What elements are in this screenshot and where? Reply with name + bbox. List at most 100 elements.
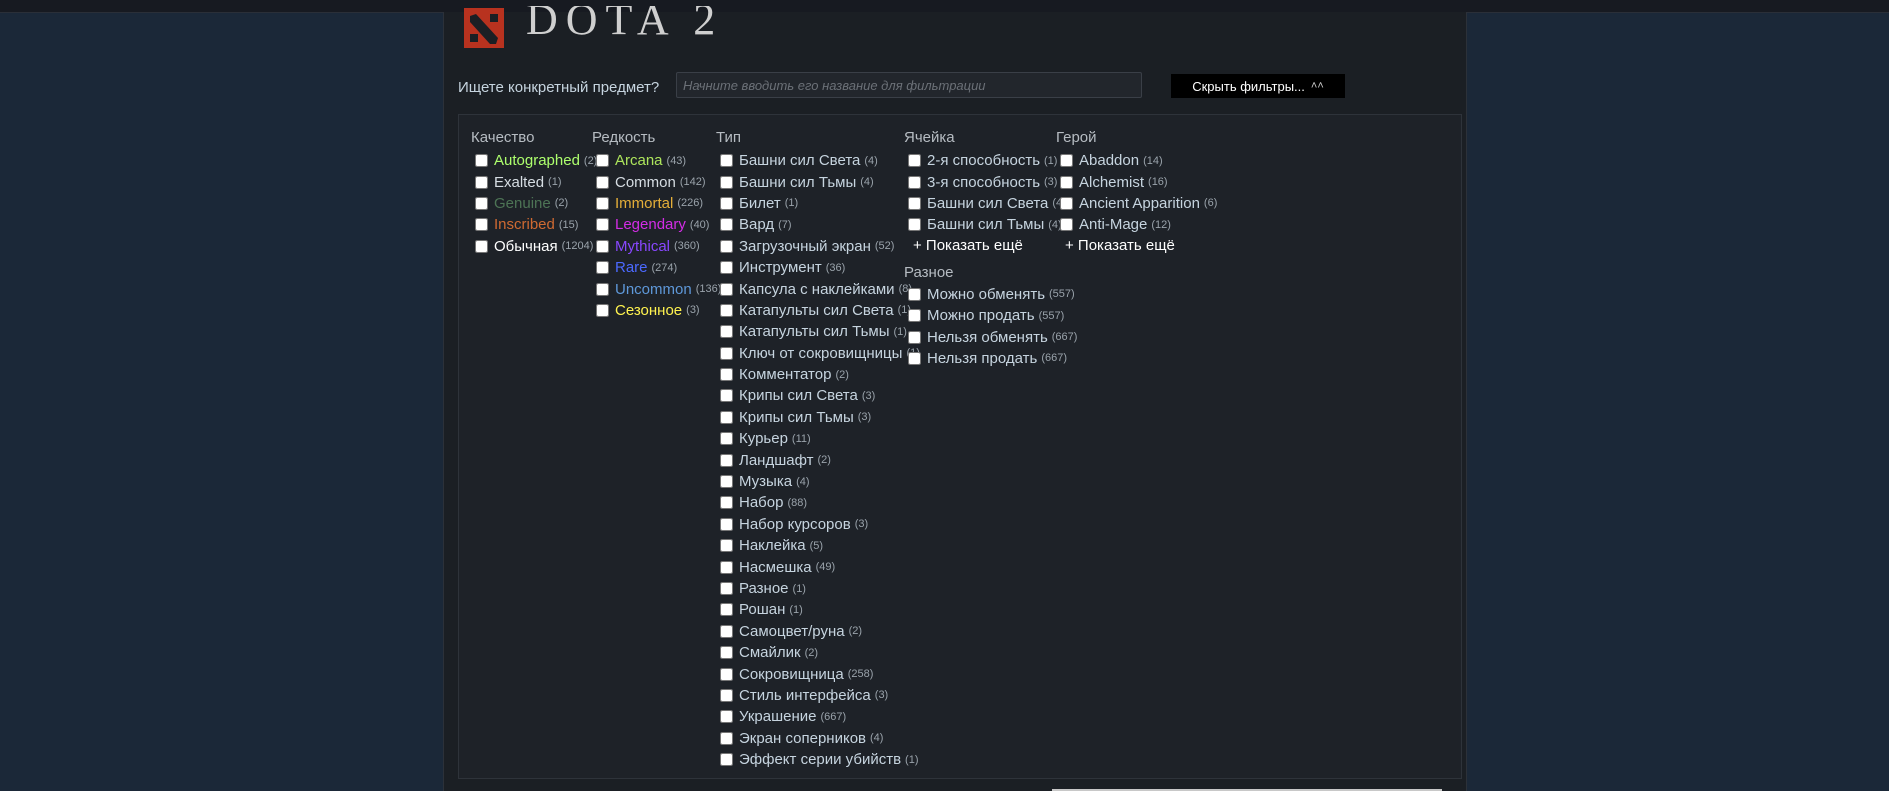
quality-option[interactable]: Autographed (2) bbox=[471, 150, 597, 171]
type-checkbox[interactable] bbox=[720, 667, 733, 681]
type-option[interactable]: Эффект серии убийств (1) bbox=[716, 749, 920, 770]
type-checkbox[interactable] bbox=[720, 582, 733, 595]
rarity-option[interactable]: Arcana (43) bbox=[592, 150, 721, 171]
type-option[interactable]: Наклейка (5) bbox=[716, 535, 920, 556]
type-checkbox[interactable] bbox=[720, 239, 733, 253]
rarity-option[interactable]: Common (142) bbox=[592, 171, 721, 192]
rarity-checkbox[interactable] bbox=[596, 261, 609, 275]
hero-show-more-link[interactable]: + Показать ещё bbox=[1056, 236, 1217, 256]
type-option[interactable]: Вард (7) bbox=[716, 214, 920, 235]
quality-checkbox[interactable] bbox=[475, 154, 488, 168]
quality-option[interactable]: Обычная (1204) bbox=[471, 236, 597, 257]
type-checkbox[interactable] bbox=[720, 688, 733, 702]
rarity-checkbox[interactable] bbox=[596, 218, 609, 232]
rarity-checkbox[interactable] bbox=[596, 282, 609, 296]
rarity-checkbox[interactable] bbox=[596, 154, 609, 168]
type-checkbox[interactable] bbox=[720, 753, 733, 767]
type-checkbox[interactable] bbox=[720, 624, 733, 638]
slot-option[interactable]: 3-я способность (3) bbox=[904, 171, 1077, 192]
type-option[interactable]: Комментатор (2) bbox=[716, 364, 920, 385]
type-option[interactable]: Рошан (1) bbox=[716, 599, 920, 620]
hero-option[interactable]: Abaddon (14) bbox=[1056, 150, 1217, 171]
rarity-option[interactable]: Uncommon (136) bbox=[592, 278, 721, 299]
slot-option[interactable]: Башни сил Света (4) bbox=[904, 193, 1077, 214]
rarity-option[interactable]: Immortal (226) bbox=[592, 193, 721, 214]
rarity-option[interactable]: Rare (274) bbox=[592, 257, 721, 278]
type-option[interactable]: Разное (1) bbox=[716, 578, 920, 599]
type-option[interactable]: Набор (88) bbox=[716, 492, 920, 513]
rarity-checkbox[interactable] bbox=[596, 239, 609, 253]
type-checkbox[interactable] bbox=[720, 325, 733, 339]
rarity-checkbox[interactable] bbox=[596, 303, 609, 317]
type-checkbox[interactable] bbox=[720, 432, 733, 446]
type-checkbox[interactable] bbox=[720, 560, 733, 574]
type-option[interactable]: Башни сил Тьмы (4) bbox=[716, 171, 920, 192]
type-option[interactable]: Билет (1) bbox=[716, 193, 920, 214]
rarity-option[interactable]: Legendary (40) bbox=[592, 214, 721, 235]
slot-show-more-link[interactable]: + Показать ещё bbox=[904, 236, 1077, 256]
type-checkbox[interactable] bbox=[720, 368, 733, 382]
type-checkbox[interactable] bbox=[720, 496, 733, 510]
type-option[interactable]: Самоцвет/руна (2) bbox=[716, 621, 920, 642]
type-checkbox[interactable] bbox=[720, 603, 733, 617]
misc-option[interactable]: Нельзя продать (667) bbox=[904, 348, 1077, 369]
type-option[interactable]: Ключ от сокровищницы (1) bbox=[716, 343, 920, 364]
hero-option[interactable]: Alchemist (16) bbox=[1056, 171, 1217, 192]
rarity-checkbox[interactable] bbox=[596, 175, 609, 189]
misc-checkbox[interactable] bbox=[908, 351, 921, 365]
hero-checkbox[interactable] bbox=[1060, 218, 1073, 232]
type-option[interactable]: Экран соперников (4) bbox=[716, 728, 920, 749]
type-option[interactable]: Башни сил Света (4) bbox=[716, 150, 920, 171]
type-checkbox[interactable] bbox=[720, 154, 733, 168]
type-checkbox[interactable] bbox=[720, 282, 733, 296]
type-option[interactable]: Капсула с наклейками (8) bbox=[716, 278, 920, 299]
type-option[interactable]: Смайлик (2) bbox=[716, 642, 920, 663]
slot-option[interactable]: 2-я способность (1) bbox=[904, 150, 1077, 171]
rarity-checkbox[interactable] bbox=[596, 196, 609, 210]
type-option[interactable]: Украшение (667) bbox=[716, 706, 920, 727]
rarity-option[interactable]: Сезонное (3) bbox=[592, 300, 721, 321]
type-checkbox[interactable] bbox=[720, 517, 733, 531]
type-option[interactable]: Загрузочный экран (52) bbox=[716, 236, 920, 257]
misc-option[interactable]: Нельзя обменять (667) bbox=[904, 326, 1077, 347]
type-checkbox[interactable] bbox=[720, 218, 733, 232]
misc-checkbox[interactable] bbox=[908, 287, 921, 301]
type-option[interactable]: Катапульты сил Тьмы (1) bbox=[716, 321, 920, 342]
hero-option[interactable]: Ancient Apparition (6) bbox=[1056, 193, 1217, 214]
type-option[interactable]: Инструмент (36) bbox=[716, 257, 920, 278]
type-checkbox[interactable] bbox=[720, 646, 733, 660]
type-checkbox[interactable] bbox=[720, 410, 733, 424]
quality-option[interactable]: Exalted (1) bbox=[471, 171, 597, 192]
type-option[interactable]: Курьер (11) bbox=[716, 428, 920, 449]
hide-filters-button[interactable]: Скрыть фильтры... ˄˄ bbox=[1171, 74, 1345, 98]
type-option[interactable]: Насмешка (49) bbox=[716, 556, 920, 577]
type-checkbox[interactable] bbox=[720, 539, 733, 553]
type-option[interactable]: Крипы сил Тьмы (3) bbox=[716, 407, 920, 428]
quality-checkbox[interactable] bbox=[475, 196, 488, 210]
type-option[interactable]: Музыка (4) bbox=[716, 471, 920, 492]
slot-option[interactable]: Башни сил Тьмы (4) bbox=[904, 214, 1077, 235]
hero-checkbox[interactable] bbox=[1060, 196, 1073, 210]
misc-checkbox[interactable] bbox=[908, 309, 921, 323]
type-checkbox[interactable] bbox=[720, 175, 733, 189]
hero-checkbox[interactable] bbox=[1060, 154, 1073, 168]
misc-checkbox[interactable] bbox=[908, 330, 921, 344]
rarity-option[interactable]: Mythical (360) bbox=[592, 236, 721, 257]
type-checkbox[interactable] bbox=[720, 710, 733, 724]
quality-option[interactable]: Genuine (2) bbox=[471, 193, 597, 214]
slot-checkbox[interactable] bbox=[908, 196, 921, 210]
type-option[interactable]: Стиль интерфейса (3) bbox=[716, 685, 920, 706]
type-option[interactable]: Крипы сил Света (3) bbox=[716, 385, 920, 406]
hero-checkbox[interactable] bbox=[1060, 175, 1073, 189]
quality-checkbox[interactable] bbox=[475, 218, 488, 232]
type-checkbox[interactable] bbox=[720, 731, 733, 745]
type-checkbox[interactable] bbox=[720, 261, 733, 275]
search-input[interactable] bbox=[676, 72, 1142, 98]
slot-checkbox[interactable] bbox=[908, 218, 921, 232]
type-option[interactable]: Набор курсоров (3) bbox=[716, 514, 920, 535]
hero-option[interactable]: Anti-Mage (12) bbox=[1056, 214, 1217, 235]
slot-checkbox[interactable] bbox=[908, 154, 921, 168]
type-checkbox[interactable] bbox=[720, 303, 733, 317]
slot-checkbox[interactable] bbox=[908, 175, 921, 189]
type-checkbox[interactable] bbox=[720, 475, 733, 489]
